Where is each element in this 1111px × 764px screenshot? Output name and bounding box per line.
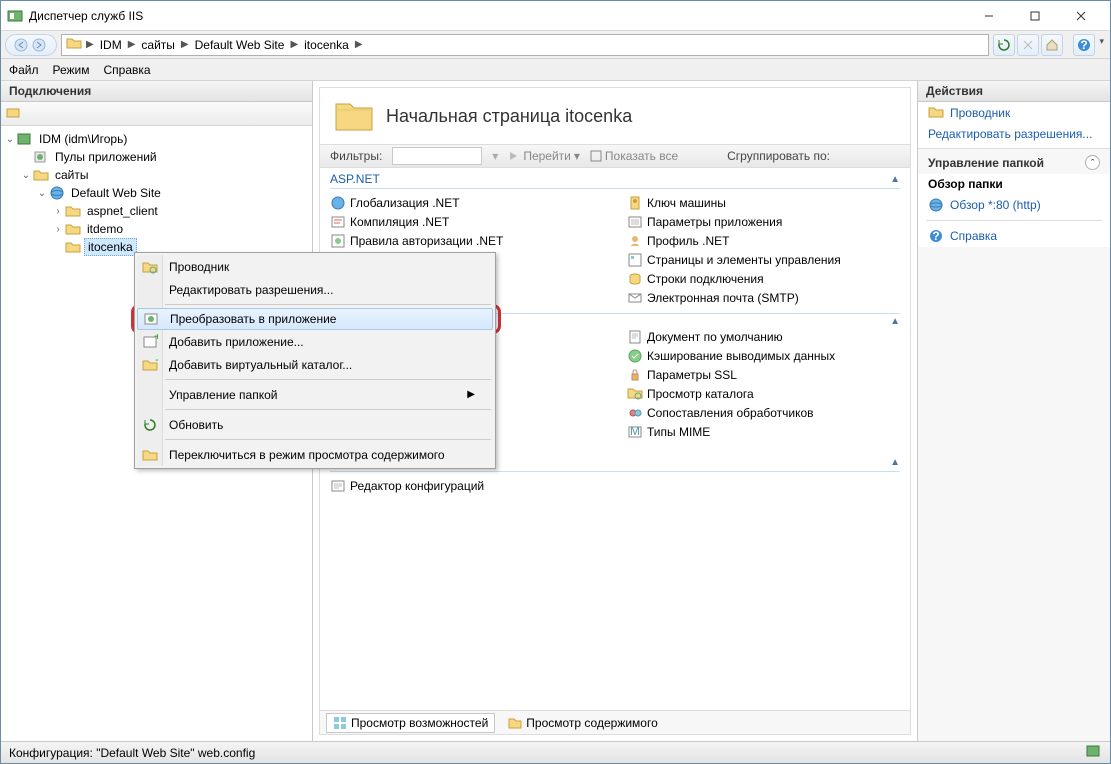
feature-item[interactable]: Сопоставления обработчиков bbox=[627, 403, 900, 422]
home-icon[interactable] bbox=[1041, 34, 1063, 56]
filter-label: Фильтры: bbox=[330, 149, 382, 163]
stop-icon[interactable] bbox=[1017, 34, 1039, 56]
ctx-convert-to-app[interactable]: Преобразовать в приложение bbox=[137, 308, 493, 330]
menu-file[interactable]: Файл bbox=[9, 63, 39, 77]
tab-content[interactable]: Просмотр содержимого bbox=[501, 713, 664, 733]
group-aspnet[interactable]: ASP.NET▲ bbox=[330, 168, 900, 189]
ctx-add-app[interactable]: +Добавить приложение... bbox=[137, 330, 493, 353]
svg-text:+: + bbox=[154, 334, 158, 343]
feature-item[interactable]: Параметры SSL bbox=[627, 365, 900, 384]
feature-item[interactable]: Глобализация .NET bbox=[330, 193, 603, 212]
browse-folder-label: Обзор папки bbox=[918, 174, 1110, 194]
feature-item[interactable]: MТипы MIME bbox=[627, 422, 900, 441]
view-tabs: Просмотр возможностей Просмотр содержимо… bbox=[320, 710, 910, 734]
minimize-button[interactable] bbox=[966, 2, 1012, 30]
feature-item[interactable]: Кэширование выводимых данных bbox=[627, 346, 900, 365]
breadcrumb-item[interactable]: IDM bbox=[98, 38, 124, 52]
svg-text:M: M bbox=[630, 424, 640, 438]
tab-features[interactable]: Просмотр возможностей bbox=[326, 713, 495, 733]
connections-tree: ⌄IDM (idm\Игорь) Пулы приложений ⌄сайты … bbox=[1, 126, 312, 260]
ctx-add-vdir[interactable]: +Добавить виртуальный каталог... bbox=[137, 353, 493, 376]
tree-folder[interactable]: ›itdemo bbox=[1, 220, 312, 238]
action-browse-80[interactable]: Обзор *:80 (http) bbox=[918, 194, 1110, 216]
menu-mode[interactable]: Режим bbox=[53, 63, 90, 77]
collapse-icon[interactable]: ▲ bbox=[890, 174, 900, 185]
maximize-button[interactable] bbox=[1012, 2, 1058, 30]
close-button[interactable] bbox=[1058, 2, 1104, 30]
section-manage-folder: Управление папкойˆ bbox=[918, 149, 1110, 174]
ctx-explorer[interactable]: Проводник bbox=[137, 255, 493, 278]
feature-item[interactable]: Компиляция .NET bbox=[330, 212, 603, 231]
ctx-manage-folder[interactable]: Управление папкой▶ bbox=[137, 383, 493, 406]
ctx-switch-view[interactable]: Переключиться в режим просмотра содержим… bbox=[137, 443, 493, 466]
filter-bar: Фильтры: ▾ Перейти ▾ Показать все Сгрупп… bbox=[320, 144, 910, 168]
feature-item[interactable]: Страницы и элементы управления bbox=[627, 250, 900, 269]
go-button[interactable]: Перейти ▾ bbox=[508, 149, 580, 163]
tree-app-pools[interactable]: Пулы приложений bbox=[1, 148, 312, 166]
title-bar: Диспетчер служб IIS bbox=[1, 1, 1110, 31]
navigation-bar: ▶ IDM ▶ сайты ▶ Default Web Site ▶ itoce… bbox=[1, 31, 1110, 59]
action-edit-permissions[interactable]: Редактировать разрешения... bbox=[918, 124, 1110, 144]
status-bar: Конфигурация: "Default Web Site" web.con… bbox=[1, 741, 1110, 763]
collapse-icon[interactable]: ˆ bbox=[1085, 155, 1100, 170]
folder-icon bbox=[66, 36, 82, 53]
help-icon[interactable]: ? bbox=[1073, 34, 1095, 56]
back-forward-button[interactable] bbox=[5, 34, 57, 56]
help-dropdown-icon[interactable]: ▾ bbox=[1097, 34, 1106, 56]
feature-item[interactable]: Параметры приложения bbox=[627, 212, 900, 231]
tree-folder[interactable]: ›aspnet_client bbox=[1, 202, 312, 220]
tree-default-site[interactable]: ⌄Default Web Site bbox=[1, 184, 312, 202]
action-explorer[interactable]: Проводник bbox=[918, 102, 1110, 124]
feature-item[interactable]: Редактор конфигураций bbox=[330, 476, 900, 495]
menu-help[interactable]: Справка bbox=[104, 63, 151, 77]
connections-header: Подключения bbox=[1, 81, 312, 102]
refresh-icon[interactable] bbox=[993, 34, 1015, 56]
status-text: Конфигурация: "Default Web Site" web.con… bbox=[9, 746, 255, 760]
actions-header: Действия bbox=[918, 81, 1110, 102]
ctx-refresh[interactable]: Обновить bbox=[137, 413, 493, 436]
page-title: Начальная страница itocenka bbox=[386, 106, 632, 127]
context-menu: Проводник Редактировать разрешения... Пр… bbox=[134, 252, 496, 469]
breadcrumb-item[interactable]: Default Web Site bbox=[193, 38, 287, 52]
submenu-arrow-icon: ▶ bbox=[467, 389, 475, 400]
breadcrumb-item[interactable]: itocenka bbox=[302, 38, 351, 52]
feature-item[interactable]: Профиль .NET bbox=[627, 231, 900, 250]
feature-item[interactable]: Строки подключения bbox=[627, 269, 900, 288]
address-bar[interactable]: ▶ IDM ▶ сайты ▶ Default Web Site ▶ itoce… bbox=[61, 34, 989, 56]
group-by-label: Сгруппировать по: bbox=[727, 149, 830, 163]
feature-item[interactable]: Просмотр каталога bbox=[627, 384, 900, 403]
feature-item[interactable]: Электронная почта (SMTP) bbox=[627, 288, 900, 307]
connections-toolbar bbox=[1, 102, 312, 126]
tree-sites[interactable]: ⌄сайты bbox=[1, 166, 312, 184]
breadcrumb-item[interactable]: сайты bbox=[139, 38, 177, 52]
show-all-button[interactable]: Показать все bbox=[590, 149, 678, 163]
svg-text:?: ? bbox=[1081, 38, 1088, 52]
connect-icon[interactable] bbox=[5, 104, 21, 123]
actions-panel: Действия Проводник Редактировать разреше… bbox=[917, 81, 1110, 741]
status-icon bbox=[1086, 743, 1102, 762]
collapse-icon[interactable]: ▲ bbox=[890, 314, 900, 327]
chevron-right-icon: ▶ bbox=[86, 39, 94, 50]
ctx-edit-permissions[interactable]: Редактировать разрешения... bbox=[137, 278, 493, 301]
feature-item[interactable]: Правила авторизации .NET bbox=[330, 231, 603, 250]
menu-bar: Файл Режим Справка bbox=[1, 59, 1110, 81]
tree-root[interactable]: ⌄IDM (idm\Игорь) bbox=[1, 130, 312, 148]
feature-item[interactable]: Ключ машины bbox=[627, 193, 900, 212]
svg-text:+: + bbox=[155, 358, 158, 367]
filter-input[interactable] bbox=[392, 147, 482, 165]
feature-item[interactable]: Документ по умолчанию bbox=[627, 327, 900, 346]
action-help[interactable]: ?Справка bbox=[918, 225, 1110, 247]
collapse-icon[interactable]: ▲ bbox=[890, 457, 900, 468]
window-title: Диспетчер служб IIS bbox=[29, 9, 143, 23]
app-icon bbox=[7, 8, 23, 24]
svg-text:?: ? bbox=[932, 229, 939, 243]
page-folder-icon bbox=[334, 98, 374, 134]
